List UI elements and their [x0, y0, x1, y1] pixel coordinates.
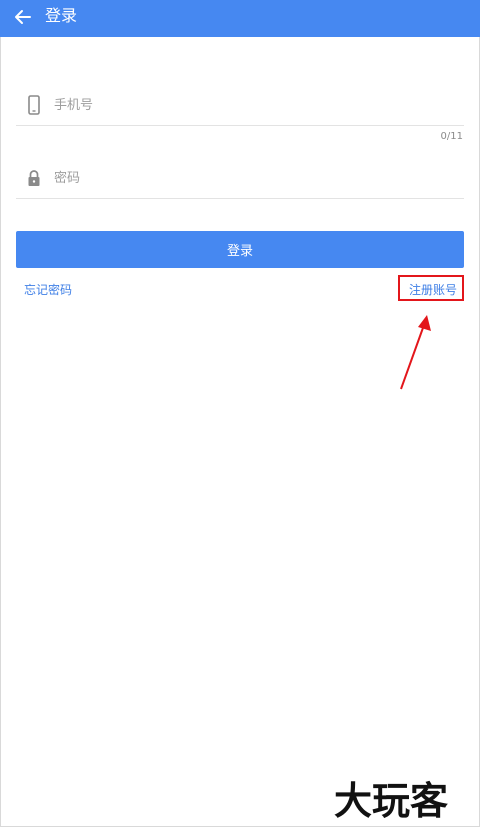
- password-field: [16, 160, 464, 199]
- login-button[interactable]: 登录: [16, 231, 464, 268]
- password-input[interactable]: [54, 164, 434, 192]
- forgot-password-link[interactable]: 忘记密码: [24, 282, 72, 298]
- phone-input[interactable]: [54, 91, 434, 119]
- arrow-left-icon[interactable]: [12, 6, 34, 28]
- phone-length-counter: 0/11: [440, 131, 463, 142]
- register-link[interactable]: 注册账号: [409, 282, 457, 298]
- smartphone-icon: [28, 95, 40, 115]
- lock-icon: [28, 170, 40, 186]
- watermark-logo: 大玩客: [334, 779, 448, 820]
- page-title: 登录: [45, 6, 78, 25]
- annotation-arrow: [400, 315, 431, 390]
- watermark-text: 大玩客: [334, 779, 448, 820]
- app-bar: 登录: [0, 0, 480, 37]
- phone-field: [16, 87, 464, 126]
